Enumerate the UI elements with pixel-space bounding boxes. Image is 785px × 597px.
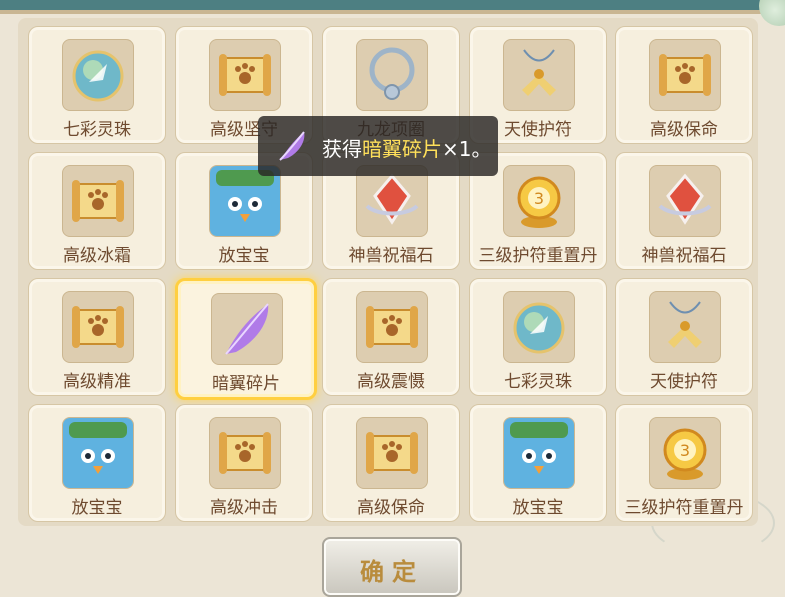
item-name: 高级保命 (357, 498, 425, 518)
wing-amulet-icon (668, 301, 702, 348)
item-icon-frame (649, 39, 721, 111)
top-frame-strip (0, 0, 785, 10)
item-name: 七彩灵珠 (63, 120, 131, 140)
reward-item-slot[interactable]: 神兽祝福石 (615, 152, 753, 270)
item-icon-frame (356, 39, 428, 111)
toast-message: 获得暗翼碎片×1。 (322, 133, 491, 162)
reward-item-slot[interactable]: 高级精准 (28, 278, 166, 396)
reward-item-slot[interactable]: 高级震慑 (322, 278, 460, 396)
item-icon-frame: 3 (503, 165, 575, 237)
toast-suffix: ×1。 (442, 137, 492, 161)
item-icon-frame (649, 165, 721, 237)
top-frame-edge (0, 10, 785, 14)
necklace-icon (369, 47, 415, 100)
confirm-button[interactable]: 确定 (322, 537, 462, 597)
reward-item-slot[interactable]: 放宝宝 (28, 404, 166, 522)
reward-item-slot[interactable]: 高级冲击 (175, 404, 313, 522)
confirm-button-label: 确定 (360, 558, 424, 586)
item-name: 高级冲击 (210, 498, 278, 518)
scroll-icon (219, 54, 271, 96)
item-icon-frame (503, 39, 575, 111)
scroll-icon (366, 306, 418, 348)
item-icon-frame (62, 39, 134, 111)
reward-item-slot[interactable]: 七彩灵珠 (469, 278, 607, 396)
penguin-icon (63, 418, 133, 488)
scroll-icon (72, 306, 124, 348)
item-icon-frame (503, 417, 575, 489)
leaf-decoration-icon (759, 0, 785, 26)
item-name: 高级震慑 (357, 372, 425, 392)
wing-amulet-icon (522, 49, 556, 96)
item-icon-frame (62, 291, 134, 363)
reward-item-slot[interactable]: 3 三级护符重置丹 (615, 404, 753, 522)
scroll-icon (659, 54, 711, 96)
item-name: 暗翼碎片 (212, 374, 280, 394)
penguin-icon (210, 166, 280, 236)
gem-icon (658, 173, 712, 225)
reward-item-slot[interactable]: 七彩灵珠 (28, 26, 166, 144)
gold-orb-icon: 3 (663, 428, 707, 480)
gold-orb-icon: 3 (517, 176, 561, 228)
orb-icon (513, 302, 565, 354)
item-name: 三级护符重置丹 (478, 246, 598, 266)
item-icon-frame: 3 (649, 417, 721, 489)
scroll-icon (366, 432, 418, 474)
item-icon-frame (209, 417, 281, 489)
scroll-icon (219, 432, 271, 474)
item-name: 高级冰霜 (63, 246, 131, 266)
svg-text:3: 3 (534, 189, 544, 208)
item-name: 高级精准 (63, 372, 131, 392)
item-name: 神兽祝福石 (348, 246, 434, 266)
item-icon-frame (62, 417, 134, 489)
orb-icon (72, 50, 124, 102)
reward-item-slot[interactable]: 高级保命 (322, 404, 460, 522)
item-icon-frame (356, 291, 428, 363)
reward-grid: 七彩灵珠高级坚守九龙项圈天使护符高级保命高级冰霜放宝宝神兽祝福石3三级护符重置丹… (18, 18, 758, 526)
reward-item-slot[interactable]: 高级保命 (615, 26, 753, 144)
item-icon-frame (209, 39, 281, 111)
toast-item-name: 暗翼碎片 (362, 137, 442, 161)
item-icon-frame (503, 291, 575, 363)
item-name: 七彩灵珠 (504, 372, 572, 392)
item-name: 放宝宝 (512, 498, 564, 518)
item-name: 放宝宝 (71, 498, 123, 518)
item-icon-frame (356, 417, 428, 489)
feather-icon (225, 303, 269, 355)
item-icon-frame (649, 291, 721, 363)
feather-icon (279, 131, 305, 161)
reward-toast: 获得暗翼碎片×1。 (258, 116, 498, 176)
item-name: 神兽祝福石 (641, 246, 727, 266)
reward-item-slot[interactable]: 高级冰霜 (28, 152, 166, 270)
reward-item-slot[interactable]: 暗翼碎片 (175, 278, 317, 400)
scroll-icon (72, 180, 124, 222)
svg-text:3: 3 (680, 441, 690, 460)
item-icon-frame (62, 165, 134, 237)
gem-icon (365, 173, 419, 225)
item-name: 天使护符 (650, 372, 718, 392)
item-name: 三级护符重置丹 (624, 498, 744, 518)
reward-item-slot[interactable]: 放宝宝 (469, 404, 607, 522)
toast-prefix: 获得 (322, 137, 362, 161)
reward-item-slot[interactable]: 天使护符 (615, 278, 753, 396)
item-name: 放宝宝 (218, 246, 270, 266)
item-icon-frame (211, 293, 283, 365)
penguin-icon (504, 418, 574, 488)
item-name: 高级保命 (650, 120, 718, 140)
